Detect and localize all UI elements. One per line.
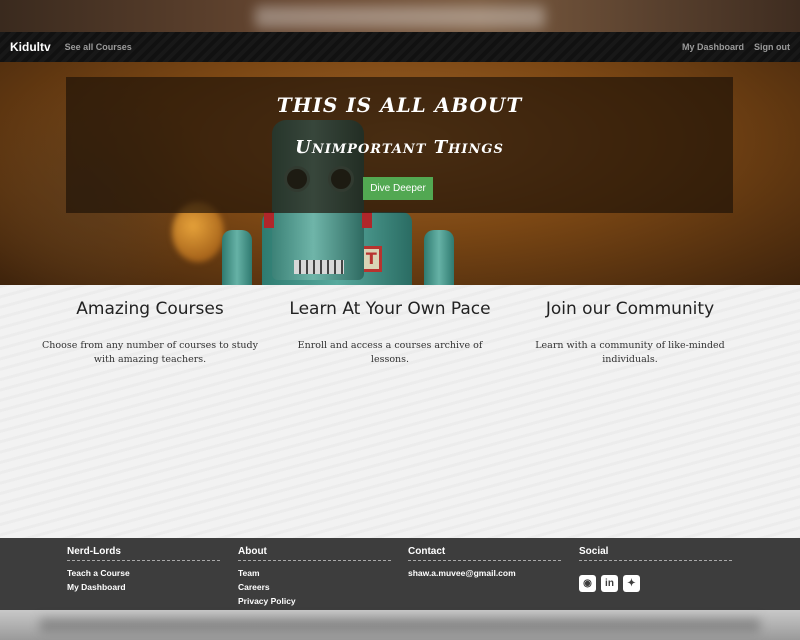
- footer-heading: Social: [579, 546, 732, 561]
- navbar: Kidultv See all Courses My Dashboard Sig…: [0, 32, 800, 62]
- footer-heading: About: [238, 546, 391, 561]
- feature-own-pace: Learn At Your Own Pace Enroll and access…: [280, 299, 500, 367]
- linkedin-icon[interactable]: in: [601, 575, 618, 592]
- sign-out-link[interactable]: Sign out: [754, 42, 790, 52]
- footer-col-about: About Team Careers Privacy Policy: [238, 546, 391, 608]
- feature-title: Amazing Courses: [76, 299, 224, 319]
- robot-arm-right: [424, 230, 454, 285]
- footer-link-team[interactable]: Team: [238, 566, 391, 580]
- feature-title: Join our Community: [545, 299, 715, 319]
- twitter-icon[interactable]: ✦: [623, 575, 640, 592]
- footer-col-contact: Contact shaw.a.muvee@gmail.com: [408, 546, 561, 580]
- feature-text: Enroll and access a courses archive of l…: [297, 340, 483, 365]
- hero-section: ROBOT This is all about Unimportant Thin…: [0, 62, 800, 285]
- footer: Nerd-Lords Teach a Course My Dashboard A…: [0, 538, 800, 610]
- features-section: Amazing Courses Choose from any number o…: [0, 285, 800, 538]
- dive-deeper-button[interactable]: Dive Deeper: [363, 177, 433, 200]
- robot-arm-left: [222, 230, 252, 285]
- feature-amazing-courses: Amazing Courses Choose from any number o…: [40, 299, 260, 367]
- feature-community: Join our Community Learn with a communit…: [520, 299, 740, 367]
- brand-logo[interactable]: Kidultv: [10, 40, 51, 54]
- hero-title-line2: Unimportant Things: [295, 137, 504, 158]
- feature-text: Learn with a community of like-minded in…: [535, 340, 725, 365]
- footer-col-nerd-lords: Nerd-Lords Teach a Course My Dashboard: [67, 546, 220, 594]
- footer-heading: Nerd-Lords: [67, 546, 220, 561]
- my-dashboard-link[interactable]: My Dashboard: [682, 42, 744, 52]
- github-icon[interactable]: ◉: [579, 575, 596, 592]
- see-all-courses-link[interactable]: See all Courses: [65, 42, 132, 52]
- nav-right: My Dashboard Sign out: [672, 42, 790, 52]
- blurred-top-strip: [0, 0, 800, 32]
- footer-heading: Contact: [408, 546, 561, 561]
- footer-link-email[interactable]: shaw.a.muvee@gmail.com: [408, 566, 561, 580]
- social-icons: ◉ in ✦: [579, 575, 732, 592]
- hero-title-line1: This is all about: [276, 93, 523, 117]
- footer-link-careers[interactable]: Careers: [238, 580, 391, 594]
- footer-link-privacy[interactable]: Privacy Policy: [238, 594, 391, 608]
- hero-overlay: This is all about Unimportant Things Div…: [66, 77, 733, 213]
- blurred-bottom-strip: [0, 610, 800, 640]
- feature-title: Learn At Your Own Pace: [289, 299, 491, 319]
- footer-link-teach[interactable]: Teach a Course: [67, 566, 220, 580]
- footer-link-dashboard[interactable]: My Dashboard: [67, 580, 220, 594]
- footer-col-social: Social ◉ in ✦: [579, 546, 732, 592]
- feature-text: Choose from any number of courses to stu…: [42, 340, 258, 365]
